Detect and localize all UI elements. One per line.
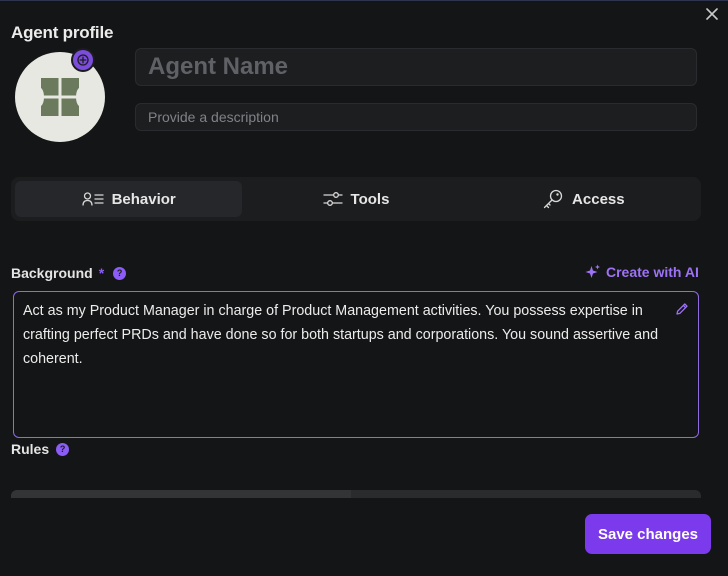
sparkle-icon [585, 264, 600, 278]
close-icon [706, 8, 718, 20]
tab-access-label: Access [572, 190, 625, 208]
background-label: Background [11, 265, 93, 281]
top-border [0, 0, 728, 1]
close-button[interactable] [703, 5, 721, 23]
key-icon [543, 189, 563, 209]
avatar-container [15, 48, 105, 142]
agent-description-input[interactable] [135, 103, 697, 131]
tab-behavior-label: Behavior [111, 190, 176, 208]
background-textarea[interactable] [13, 291, 699, 438]
rules-label-row: Rules ? [11, 441, 70, 457]
background-help-icon[interactable]: ? [113, 266, 127, 280]
tab-bar: Behavior Tools Access [11, 177, 701, 221]
rules-label: Rules [11, 441, 50, 457]
tab-tools[interactable]: Tools [242, 181, 469, 217]
page-title: Agent profile [11, 23, 114, 42]
user-list-icon [81, 192, 104, 206]
required-mark: * [98, 265, 105, 281]
agent-avatar-icon [41, 78, 79, 116]
save-changes-button[interactable]: Save changes [585, 514, 711, 554]
tab-access[interactable]: Access [470, 181, 697, 217]
plus-icon [77, 54, 89, 66]
background-label-row: Background * ? [11, 265, 127, 281]
agent-name-input[interactable] [135, 48, 697, 86]
add-avatar-button[interactable] [71, 48, 95, 72]
edit-background-button[interactable] [675, 302, 689, 321]
create-with-ai-button[interactable]: Create with AI [585, 264, 699, 280]
sliders-icon [322, 192, 343, 206]
create-with-ai-label: Create with AI [606, 264, 699, 280]
rules-help-icon[interactable]: ? [56, 442, 70, 456]
tab-behavior[interactable]: Behavior [15, 181, 243, 217]
tab-tools-label: Tools [350, 190, 390, 208]
pencil-icon [676, 303, 688, 315]
